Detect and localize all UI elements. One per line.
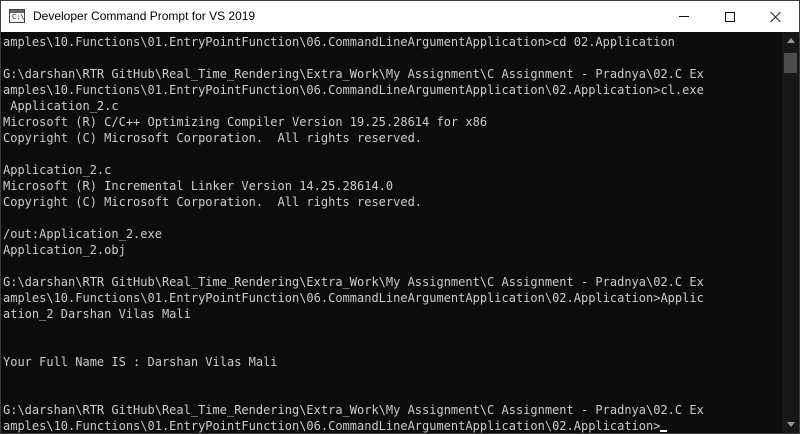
vertical-scrollbar[interactable]	[782, 32, 799, 433]
console-line-text: ation_2 Darshan Vilas Mali	[3, 307, 191, 321]
console-line: amples\10.Functions\01.EntryPointFunctio…	[3, 82, 782, 98]
console-line-text: G:\darshan\RTR GitHub\Real_Time_Renderin…	[3, 403, 704, 417]
console-line-text: Application_2.c	[3, 99, 119, 113]
scroll-down-arrow-icon	[786, 422, 795, 427]
scroll-up-button[interactable]	[782, 32, 799, 49]
close-button[interactable]	[753, 1, 799, 32]
console-line: Microsoft (R) Incremental Linker Version…	[3, 178, 782, 194]
console-line: Copyright (C) Microsoft Corporation. All…	[3, 130, 782, 146]
console-line: G:\darshan\RTR GitHub\Real_Time_Renderin…	[3, 66, 782, 82]
cmd-app-icon[interactable]: C:\	[9, 9, 25, 23]
console-output[interactable]: amples\10.Functions\01.EntryPointFunctio…	[1, 32, 782, 433]
close-icon	[770, 11, 782, 23]
console-line-text: Your Full Name IS : Darshan Vilas Mali	[3, 355, 278, 369]
console-line-text: amples\10.Functions\01.EntryPointFunctio…	[3, 35, 675, 49]
maximize-icon	[725, 11, 735, 22]
scrollbar-thumb[interactable]	[784, 53, 797, 73]
cmd-icon-glyph: C:\	[12, 13, 25, 21]
console-line: Your Full Name IS : Darshan Vilas Mali	[3, 354, 782, 370]
text-cursor	[660, 430, 668, 432]
console-line-text: Microsoft (R) C/C++ Optimizing Compiler …	[3, 115, 488, 129]
console-line: amples\10.Functions\01.EntryPointFunctio…	[3, 34, 782, 50]
scroll-up-arrow-icon	[786, 38, 795, 43]
console-line-text: Microsoft (R) Incremental Linker Version…	[3, 179, 394, 193]
console-line: /out:Application_2.exe	[3, 226, 782, 242]
console-line: Application_2.c	[3, 98, 782, 114]
console-line-text: Application_2.c	[3, 163, 112, 177]
title-bar[interactable]: C:\ Developer Command Prompt for VS 2019	[1, 1, 799, 32]
window-title: Developer Command Prompt for VS 2019	[33, 9, 256, 23]
console-line-text: amples\10.Functions\01.EntryPointFunctio…	[3, 83, 704, 97]
console-line-text: Copyright (C) Microsoft Corporation. All…	[3, 195, 423, 209]
console-line: ation_2 Darshan Vilas Mali	[3, 306, 782, 322]
maximize-button[interactable]	[707, 1, 753, 32]
console-line-text: G:\darshan\RTR GitHub\Real_Time_Renderin…	[3, 67, 704, 81]
console-line: amples\10.Functions\01.EntryPointFunctio…	[3, 418, 782, 433]
console-line-text: G:\darshan\RTR GitHub\Real_Time_Renderin…	[3, 275, 704, 289]
console-line-text: Application_2.obj	[3, 243, 126, 257]
console-line: Copyright (C) Microsoft Corporation. All…	[3, 194, 782, 210]
console-line-text: /out:Application_2.exe	[3, 227, 162, 241]
console-line: Microsoft (R) C/C++ Optimizing Compiler …	[3, 114, 782, 130]
console-line: Application_2.c	[3, 162, 782, 178]
console-line-text: Copyright (C) Microsoft Corporation. All…	[3, 131, 423, 145]
console-line-text: amples\10.Functions\01.EntryPointFunctio…	[3, 419, 661, 433]
scroll-down-button[interactable]	[782, 416, 799, 433]
console-line: G:\darshan\RTR GitHub\Real_Time_Renderin…	[3, 402, 782, 418]
console-line-text: amples\10.Functions\01.EntryPointFunctio…	[3, 291, 704, 305]
minimize-icon	[679, 16, 689, 17]
console-line: amples\10.Functions\01.EntryPointFunctio…	[3, 290, 782, 306]
console-line: G:\darshan\RTR GitHub\Real_Time_Renderin…	[3, 274, 782, 290]
command-prompt-window: C:\ Developer Command Prompt for VS 2019…	[0, 0, 800, 434]
minimize-button[interactable]	[661, 1, 707, 32]
console-line: Application_2.obj	[3, 242, 782, 258]
